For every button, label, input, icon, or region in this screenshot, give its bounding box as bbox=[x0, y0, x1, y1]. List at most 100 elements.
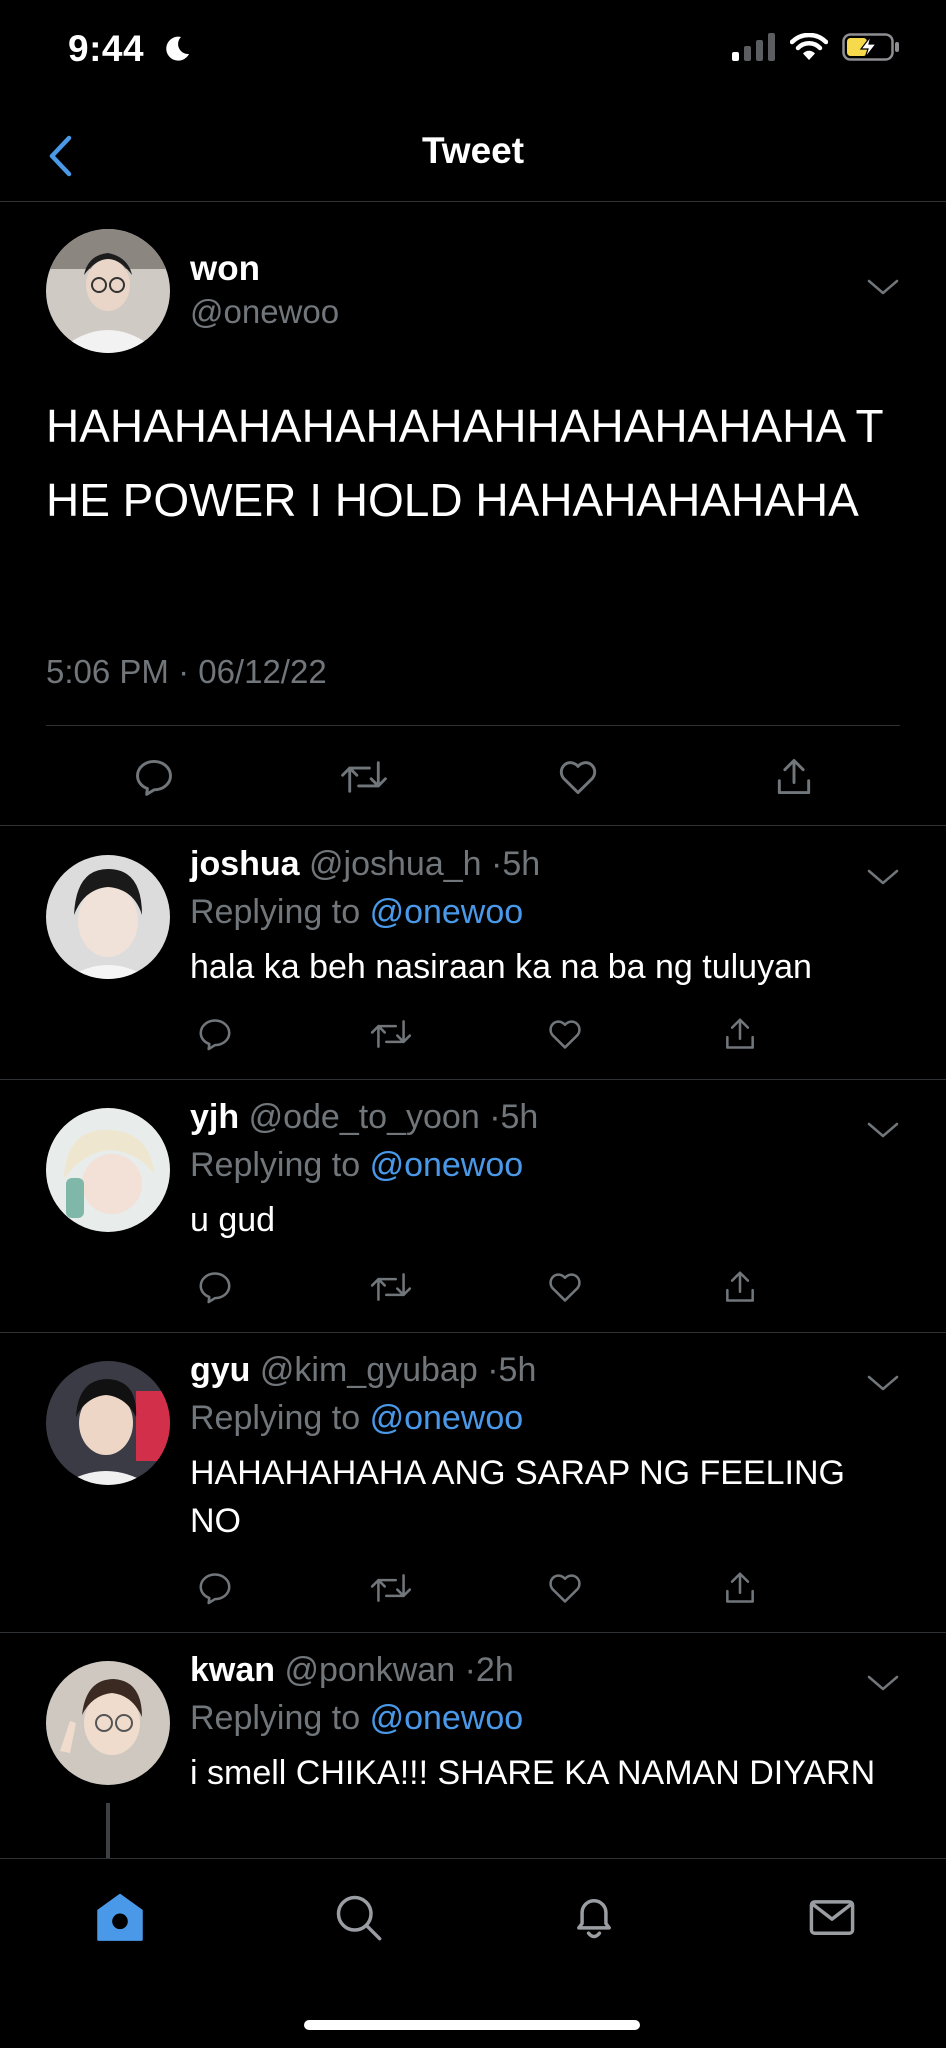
tab-notifications[interactable] bbox=[562, 1885, 626, 1949]
share-icon bbox=[726, 1018, 754, 1049]
share-icon bbox=[726, 1572, 754, 1603]
reply-tweet[interactable]: yjh @ode_to_yoon ·5h Replying to @onewoo… bbox=[0, 1080, 946, 1333]
like-button[interactable] bbox=[540, 1262, 590, 1312]
replying-to: Replying to @onewoo bbox=[190, 1399, 523, 1438]
mention-link[interactable]: @onewoo bbox=[370, 893, 524, 931]
replying-label: Replying to bbox=[190, 1399, 361, 1437]
reply-author-handle: @joshua_h bbox=[309, 845, 482, 883]
reply-button[interactable] bbox=[190, 1563, 240, 1613]
reply-icon bbox=[136, 759, 172, 796]
tab-home[interactable] bbox=[88, 1885, 152, 1949]
reply-tweet[interactable]: gyu @kim_gyubap ·5h Replying to @onewoo … bbox=[0, 1333, 946, 1633]
separator-dot: · bbox=[489, 1098, 501, 1136]
reply-time: 5h bbox=[502, 845, 541, 883]
avatar[interactable] bbox=[46, 855, 170, 979]
share-button[interactable] bbox=[766, 749, 822, 805]
replying-to: Replying to @onewoo bbox=[190, 1699, 523, 1738]
search-icon bbox=[336, 1895, 382, 1941]
nav-bar: Tweet bbox=[0, 110, 946, 202]
reply-button[interactable] bbox=[190, 1009, 240, 1059]
share-button[interactable] bbox=[715, 1009, 765, 1059]
chevron-down-icon[interactable] bbox=[866, 1673, 900, 1693]
like-icon bbox=[559, 761, 597, 795]
share-button[interactable] bbox=[715, 1262, 765, 1312]
avatar[interactable] bbox=[46, 1108, 170, 1232]
avatar[interactable] bbox=[46, 1361, 170, 1485]
reply-actions bbox=[190, 1009, 770, 1059]
replying-label: Replying to bbox=[190, 893, 361, 931]
chevron-down-icon[interactable] bbox=[866, 867, 900, 887]
reply-icon bbox=[199, 1019, 231, 1051]
reply-time: 5h bbox=[500, 1098, 539, 1136]
chevron-down-icon[interactable] bbox=[866, 1120, 900, 1140]
avatar-image bbox=[46, 1108, 170, 1232]
replying-label: Replying to bbox=[190, 1146, 361, 1184]
chevron-down-icon[interactable] bbox=[866, 1373, 900, 1393]
reply-button[interactable] bbox=[190, 1262, 240, 1312]
reply-time: 5h bbox=[498, 1351, 537, 1389]
reply-tweet[interactable]: kwan @ponkwan ·2h Replying to @onewoo i … bbox=[0, 1633, 946, 1883]
reply-header: gyu @kim_gyubap ·5h bbox=[190, 1351, 536, 1390]
like-icon bbox=[549, 1273, 581, 1302]
tweet-actions bbox=[46, 749, 900, 805]
retweet-button[interactable] bbox=[336, 749, 392, 805]
home-icon bbox=[97, 1893, 143, 1941]
reply-header: joshua @joshua_h ·5h bbox=[190, 845, 540, 884]
reply-author-handle: @ode_to_yoon bbox=[248, 1098, 480, 1136]
like-button[interactable] bbox=[550, 749, 606, 805]
reply-text: hala ka beh nasiraan ka na ba ng tuluyan bbox=[190, 948, 812, 986]
like-icon bbox=[549, 1020, 581, 1049]
messages-icon bbox=[809, 1900, 855, 1935]
reply-actions bbox=[190, 1262, 770, 1312]
divider bbox=[46, 725, 900, 726]
reply-author-name: yjh bbox=[190, 1098, 240, 1136]
share-icon bbox=[777, 759, 811, 795]
reply-icon bbox=[199, 1573, 231, 1605]
reply-author-handle: @kim_gyubap bbox=[259, 1351, 478, 1389]
reply-header: yjh @ode_to_yoon ·5h bbox=[190, 1098, 538, 1137]
avatar[interactable] bbox=[46, 1661, 170, 1785]
mention-link[interactable]: @onewoo bbox=[370, 1146, 524, 1184]
status-icons bbox=[732, 33, 900, 61]
like-icon bbox=[549, 1574, 581, 1603]
reply-author-name: kwan bbox=[190, 1651, 276, 1689]
share-icon bbox=[726, 1271, 754, 1302]
tab-messages[interactable] bbox=[800, 1885, 864, 1949]
retweet-button[interactable] bbox=[366, 1563, 416, 1613]
cellular-signal-icon bbox=[732, 33, 775, 61]
tab-search[interactable] bbox=[326, 1885, 390, 1949]
tweet-timestamp: 5:06 PM · 06/12/22 bbox=[46, 653, 327, 690]
like-button[interactable] bbox=[540, 1009, 590, 1059]
reply-tweet[interactable]: joshua @joshua_h ·5h Replying to @onewoo… bbox=[0, 827, 946, 1080]
reply-author-handle: @ponkwan bbox=[284, 1651, 456, 1689]
reply-text: i smell CHIKA!!! SHARE KA NAMAN DIYARN bbox=[190, 1754, 876, 1792]
status-time: 9:44 bbox=[68, 28, 145, 69]
share-button[interactable] bbox=[715, 1563, 765, 1613]
author-handle: @onewoo bbox=[190, 293, 340, 330]
home-indicator[interactable] bbox=[304, 2020, 640, 2030]
reply-button[interactable] bbox=[126, 749, 182, 805]
retweet-button[interactable] bbox=[366, 1262, 416, 1312]
separator-dot: · bbox=[491, 845, 503, 883]
avatar[interactable] bbox=[46, 229, 170, 353]
retweet-icon bbox=[370, 1273, 412, 1301]
like-button[interactable] bbox=[540, 1563, 590, 1613]
retweet-button[interactable] bbox=[366, 1009, 416, 1059]
reply-author-name: joshua bbox=[190, 845, 300, 883]
separator-dot: · bbox=[487, 1351, 499, 1389]
reply-text: u gud bbox=[190, 1201, 276, 1239]
notifications-icon bbox=[577, 1899, 611, 1939]
avatar-image bbox=[46, 855, 170, 979]
separator-dot: · bbox=[464, 1651, 476, 1689]
reply-header: kwan @ponkwan ·2h bbox=[190, 1651, 514, 1690]
avatar-image bbox=[46, 229, 170, 353]
mention-link[interactable]: @onewoo bbox=[370, 1699, 524, 1737]
battery-charging-icon bbox=[842, 33, 899, 61]
moon-icon bbox=[166, 36, 189, 61]
mention-link[interactable]: @onewoo bbox=[370, 1399, 524, 1437]
reply-time: 2h bbox=[475, 1651, 514, 1689]
reply-author-name: gyu bbox=[190, 1351, 251, 1389]
reply-actions bbox=[190, 1563, 770, 1613]
avatar-image bbox=[46, 1361, 170, 1485]
chevron-down-icon[interactable] bbox=[866, 277, 900, 297]
